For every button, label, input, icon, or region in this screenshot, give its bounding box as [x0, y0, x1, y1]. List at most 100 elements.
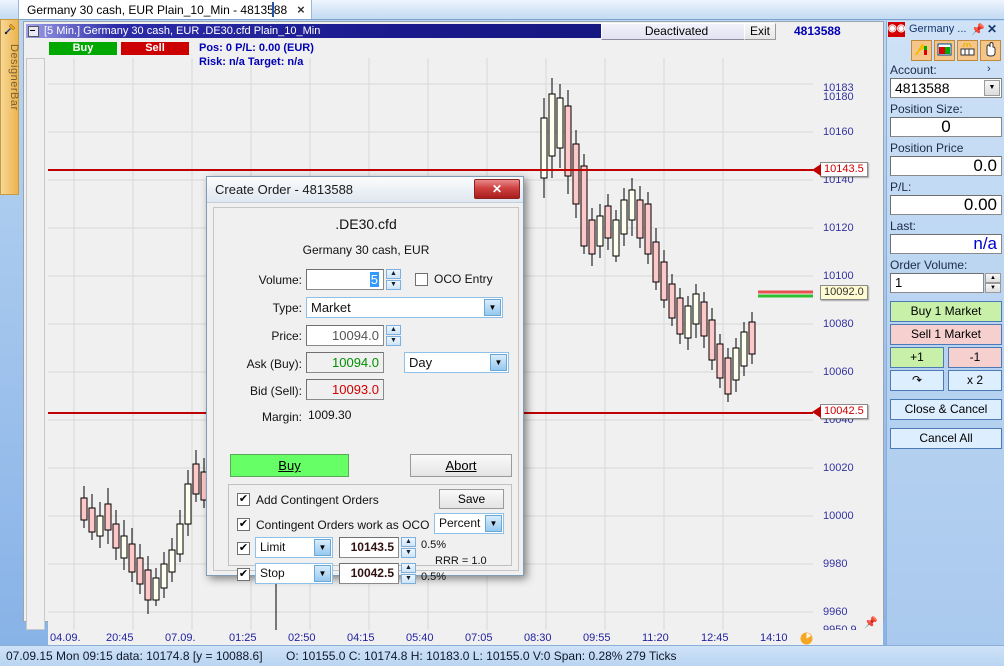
deactivated-button[interactable]: Deactivated [601, 23, 752, 40]
chevron-down-icon[interactable]: ▼ [314, 565, 331, 582]
pin-icon[interactable]: 📌 [864, 616, 878, 629]
spin-down-icon[interactable]: ▼ [985, 283, 1001, 293]
stop-price-input[interactable]: 10042.5 [339, 563, 399, 584]
spin-down-icon[interactable]: ▼ [401, 548, 416, 558]
order-volume-input[interactable]: 1 [890, 273, 984, 293]
x-tick-label: 04.09. [50, 632, 81, 644]
tab-germany-30-cash[interactable]: Germany 30 cash, EUR Plain_10_Min - 4813… [18, 0, 312, 19]
tab-strip: Germany 30 cash, EUR Plain_10_Min - 4813… [0, 0, 1004, 20]
chart-title-label: [5 Min.] Germany 30 cash, EUR .DE30.cfd … [44, 25, 321, 37]
chart-sell-button[interactable]: Sell [121, 42, 189, 55]
stop-price-tag[interactable]: 10042.5 [812, 404, 868, 419]
close-icon[interactable]: ✕ [474, 179, 520, 199]
spin-down-icon[interactable]: ▼ [401, 574, 416, 584]
chevron-down-icon[interactable]: ▼ [314, 539, 331, 556]
validity-value: Day [409, 355, 433, 370]
chart-y-axis: 10183 10180 10160 10140 10120 10100 1008… [813, 58, 883, 630]
close-icon[interactable]: ✕ [987, 22, 997, 36]
add-contingent-label: Add Contingent Orders [256, 493, 379, 507]
hand-icon[interactable] [980, 40, 1001, 61]
y-tick-label: 10020 [823, 462, 854, 474]
order-volume-stepper[interactable]: ▲ ▼ [985, 273, 1001, 293]
account-expand-icon[interactable]: › [987, 63, 991, 75]
tab-close-icon[interactable]: × [297, 2, 305, 17]
x-tick-label: 02:50 [288, 632, 316, 644]
type-select[interactable]: Market ▼ [306, 297, 503, 318]
stop-checkbox[interactable]: ✔ [237, 568, 250, 581]
y-tick-label: 10060 [823, 366, 854, 378]
position-size-value: 0 [890, 117, 1002, 137]
x-tick-label: 05:40 [406, 632, 434, 644]
chevron-down-icon[interactable]: ▼ [484, 299, 501, 316]
percent-select[interactable]: Percent ▼ [434, 513, 504, 534]
risk-target-label: Risk: n/a Target: n/a [199, 56, 304, 68]
position-size-label: Position Size: [890, 102, 963, 116]
chevron-down-icon[interactable]: ▼ [490, 354, 507, 371]
close-and-cancel-button[interactable]: Close & Cancel [890, 399, 1002, 420]
designer-bar[interactable]: DesignerBar [0, 19, 20, 195]
validity-select[interactable]: Day ▼ [404, 352, 509, 373]
spin-up-icon[interactable]: ▲ [386, 269, 401, 279]
price-input[interactable]: 10094.0 [306, 325, 384, 346]
x-tick-label: 12:45 [701, 632, 729, 644]
save-button[interactable]: Save [439, 489, 504, 509]
abort-button[interactable]: Abort [410, 454, 512, 477]
exit-button[interactable]: Exit [744, 23, 776, 40]
chart-vertical-scrollbar[interactable] [26, 58, 45, 630]
bid-value: 10093.0 [306, 379, 384, 400]
stop-stepper[interactable]: ▲ ▼ [401, 563, 416, 584]
spin-down-icon[interactable]: ▼ [386, 336, 401, 346]
price-label: Price: [271, 329, 302, 343]
limit-stepper[interactable]: ▲ ▼ [401, 537, 416, 558]
last-price-tag[interactable]: 10092.0 [820, 285, 868, 300]
rrr-label: RRR = 1.0 [435, 555, 487, 567]
plus-one-button[interactable]: +1 [890, 347, 944, 368]
chevron-down-icon[interactable]: ▼ [984, 80, 1000, 96]
abort-button-label: Abort [445, 458, 477, 473]
ladder-icon[interactable] [957, 40, 978, 61]
account-select[interactable]: 4813588 ▼ [890, 78, 1002, 98]
sell-market-button[interactable]: Sell 1 Market [890, 324, 1002, 345]
lightning-icon[interactable] [911, 40, 932, 61]
pin-icon[interactable]: 📌 [971, 23, 985, 36]
type-label: Type: [272, 301, 302, 315]
x-tick-label: 01:25 [229, 632, 257, 644]
clock-icon [800, 632, 813, 645]
margin-value: 1009.30 [308, 408, 352, 422]
minus-one-button[interactable]: -1 [948, 347, 1002, 368]
cancel-all-button[interactable]: Cancel All [890, 428, 1002, 449]
spin-up-icon[interactable]: ▲ [401, 563, 416, 573]
buy-market-button[interactable]: Buy 1 Market [890, 301, 1002, 322]
limit-price-input[interactable]: 10143.5 [339, 537, 399, 558]
oco-work-checkbox[interactable]: ✔ [237, 518, 250, 531]
window-icon[interactable] [934, 40, 955, 61]
spin-up-icon[interactable]: ▲ [386, 325, 401, 335]
dialog-title-bar[interactable]: Create Order - 4813588 ✕ [207, 177, 523, 203]
reverse-position-button[interactable]: ↷ [890, 370, 944, 391]
tab-label: Germany 30 cash, EUR Plain_10_Min - 4813… [27, 2, 288, 17]
price-stepper[interactable]: ▲ ▼ [386, 325, 401, 346]
double-position-button[interactable]: x 2 [948, 370, 1002, 391]
left-arrow-icon [812, 164, 821, 176]
oco-entry-checkbox[interactable] [415, 273, 428, 286]
minimize-icon[interactable] [28, 25, 39, 37]
left-arrow-icon [812, 406, 821, 418]
status-bar: 07.09.15 Mon 09:15 data: 10174.8 [y = 10… [0, 645, 1004, 666]
chevron-down-icon[interactable]: ▼ [485, 515, 502, 532]
buy-button[interactable]: Buy [230, 454, 349, 477]
x-tick-label: 11:20 [642, 632, 669, 644]
stop-type-select[interactable]: Stop ▼ [255, 563, 333, 584]
limit-checkbox[interactable]: ✔ [237, 542, 250, 555]
bid-label: Bid (Sell): [249, 384, 302, 398]
limit-type-select[interactable]: Limit ▼ [255, 537, 333, 558]
add-contingent-checkbox[interactable]: ✔ [237, 493, 250, 506]
spin-up-icon[interactable]: ▲ [985, 273, 1001, 283]
spin-down-icon[interactable]: ▼ [386, 280, 401, 290]
spin-up-icon[interactable]: ▲ [401, 537, 416, 547]
limit-price-tag[interactable]: 10143.5 [812, 162, 868, 177]
account-value: 4813588 [895, 80, 950, 96]
side-panel-title: Germany ... [909, 23, 967, 35]
chart-buy-button[interactable]: Buy [49, 42, 117, 55]
volume-stepper[interactable]: ▲ ▼ [386, 269, 401, 290]
volume-input[interactable]: 5 [306, 269, 384, 290]
